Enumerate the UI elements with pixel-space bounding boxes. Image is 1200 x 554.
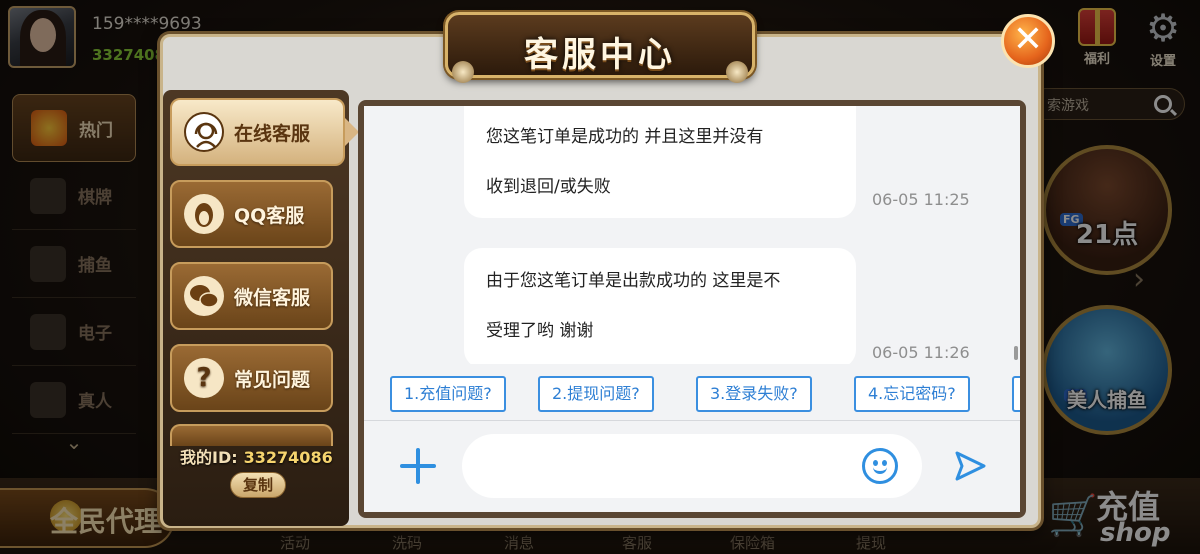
- tab-faq[interactable]: ? 常见问题: [170, 344, 333, 412]
- tab-more-peek[interactable]: [170, 424, 333, 446]
- message-time: 06-05 11:26: [872, 343, 970, 362]
- my-id-value: 33274086: [243, 448, 333, 467]
- message-line: 由于您这笔订单是出款成功的 这里是不: [486, 271, 781, 291]
- emoji-icon[interactable]: [862, 448, 898, 484]
- close-button[interactable]: ✕: [1001, 14, 1055, 68]
- bolt-icon: [726, 61, 748, 83]
- close-icon: ✕: [1012, 19, 1044, 60]
- my-id-label: 我的ID:: [180, 448, 238, 467]
- copy-id-button[interactable]: 复制: [230, 472, 286, 498]
- message-bubble: 由于您这笔订单是出款成功的 这里是不 受理了哟 谢谢: [464, 248, 856, 364]
- headset-icon: [184, 112, 224, 152]
- bolt-icon: [452, 61, 474, 83]
- my-id: 我的ID: 33274086: [180, 444, 333, 468]
- tab-qq-service[interactable]: QQ客服: [170, 180, 333, 248]
- divider: [364, 420, 1020, 421]
- chat-panel: 您这笔订单是成功的 并且这里并没有 收到退回/或失败 06-05 11:25 由…: [364, 106, 1020, 512]
- tab-label: QQ客服: [234, 204, 305, 227]
- tab-label: 常见问题: [234, 368, 311, 391]
- chat-window: 您这笔订单是成功的 并且这里并没有 收到退回/或失败 06-05 11:25 由…: [358, 100, 1026, 518]
- quick-reply-button-peek[interactable]: [1012, 376, 1020, 412]
- message-list[interactable]: 您这笔订单是成功的 并且这里并没有 收到退回/或失败 06-05 11:25 由…: [364, 106, 1020, 364]
- quick-reply-button[interactable]: 3.登录失败?: [696, 376, 812, 412]
- quick-reply-button[interactable]: 1.充值问题?: [390, 376, 506, 412]
- plus-icon[interactable]: [400, 448, 436, 484]
- quick-reply-button[interactable]: 4.忘记密码?: [854, 376, 970, 412]
- dialog-title: 客服中心: [524, 35, 676, 75]
- send-icon[interactable]: [952, 448, 988, 484]
- tab-label: 在线客服: [234, 122, 311, 145]
- scrollbar[interactable]: [1014, 346, 1018, 360]
- message-line: 收到退回/或失败: [486, 177, 611, 197]
- message-time: 06-05 11:25: [872, 190, 970, 209]
- quick-reply-row: 1.充值问题? 2.提现问题? 3.登录失败? 4.忘记密码?: [364, 368, 1020, 422]
- message-bubble: 您这笔订单是成功的 并且这里并没有 收到退回/或失败: [464, 106, 856, 218]
- question-icon: ?: [184, 358, 224, 398]
- tab-label: 微信客服: [234, 286, 311, 309]
- tab-wechat-service[interactable]: 微信客服: [170, 262, 333, 330]
- tab-online-service[interactable]: 在线客服: [170, 98, 359, 166]
- dialog-title-plate: 客服中心: [445, 12, 755, 83]
- message-line: 受理了哟 谢谢: [486, 321, 594, 341]
- message-line: 您这笔订单是成功的 并且这里并没有: [486, 127, 764, 147]
- quick-reply-button[interactable]: 2.提现问题?: [538, 376, 654, 412]
- wechat-icon: [184, 276, 224, 316]
- qq-penguin-icon: [184, 194, 224, 234]
- message-input[interactable]: [462, 434, 922, 498]
